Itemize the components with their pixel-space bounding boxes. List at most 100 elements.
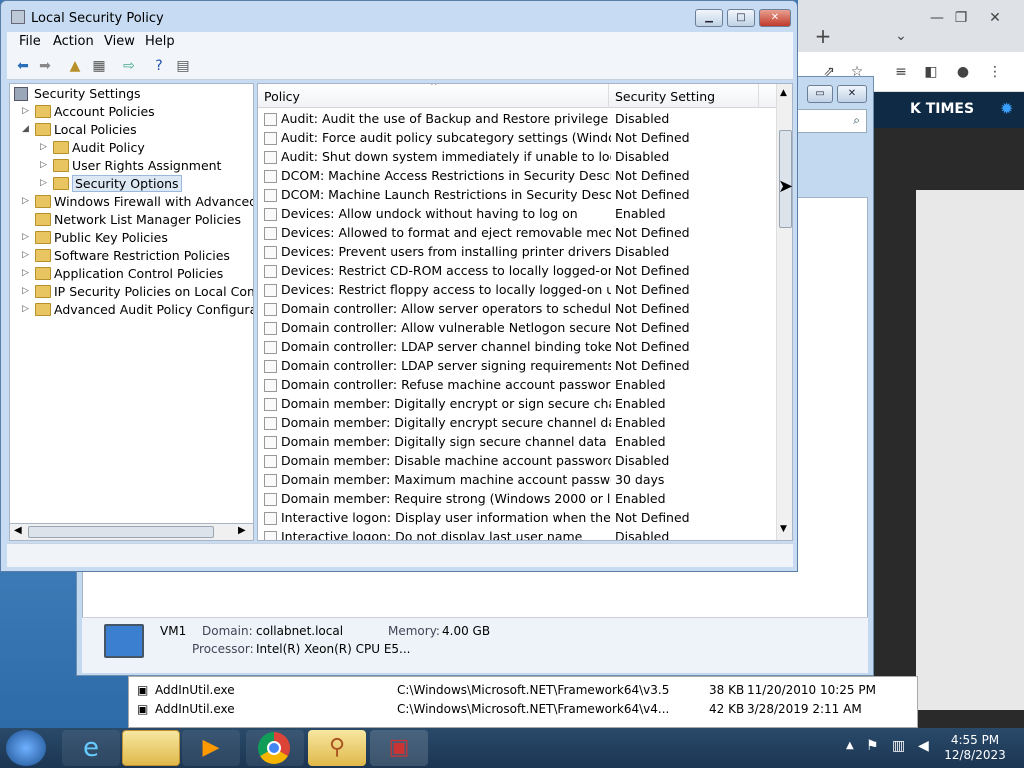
expand-arrow-icon[interactable]: ▷ <box>40 178 50 188</box>
table-row[interactable]: DCOM: Machine Launch Restrictions in Sec… <box>264 186 776 205</box>
ie-icon[interactable]: e <box>62 730 120 766</box>
table-row[interactable]: Audit: Shut down system immediately if u… <box>264 148 776 167</box>
expand-arrow-icon[interactable]: ▷ <box>22 196 32 206</box>
expand-arrow-icon[interactable]: ▷ <box>22 286 32 296</box>
list-vertical-scrollbar[interactable]: ▲ ▼ <box>776 84 792 540</box>
back-icon[interactable]: ⬅ <box>13 57 33 75</box>
scroll-up-icon[interactable]: ▲ <box>780 88 787 98</box>
scroll-down-icon[interactable]: ▼ <box>780 524 787 534</box>
clock[interactable]: 4:55 PM 12/8/2023 <box>940 733 1010 763</box>
security-setting-value: Disabled <box>615 529 670 541</box>
chrome-icon[interactable] <box>246 730 304 766</box>
show-hide-tree-icon[interactable]: ▦ <box>89 57 109 75</box>
policy-icon <box>264 284 277 297</box>
flag-icon[interactable]: ⚑ <box>866 738 879 754</box>
minimize-button[interactable]: ▁ <box>695 9 723 27</box>
menu-view[interactable]: View <box>104 34 135 49</box>
forward-icon[interactable]: ➡ <box>35 57 55 75</box>
tree-item-label: Advanced Audit Policy Configuration <box>54 302 253 317</box>
minimize-icon[interactable]: ▭ <box>807 85 833 103</box>
expand-arrow-icon[interactable]: ▷ <box>40 142 50 152</box>
table-row[interactable]: Domain member: Digitally encrypt or sign… <box>264 395 776 414</box>
search-app-icon[interactable]: ⚲ <box>308 730 366 766</box>
list-item[interactable]: ▣ AddInUtil.exe C:\Windows\Microsoft.NET… <box>137 681 917 700</box>
table-row[interactable]: Devices: Allowed to format and eject rem… <box>264 224 776 243</box>
minimize-icon[interactable]: — <box>926 8 948 28</box>
table-row[interactable]: Domain member: Require strong (Windows 2… <box>264 490 776 509</box>
policy-name: Devices: Restrict CD-ROM access to local… <box>281 263 611 278</box>
table-row[interactable]: Domain member: Digitally sign secure cha… <box>264 433 776 452</box>
scroll-left-icon[interactable]: ◀ <box>14 525 22 536</box>
column-policy[interactable]: Policy <box>264 89 300 104</box>
reading-list-icon[interactable]: ≡ <box>890 62 912 82</box>
tray-expand-icon[interactable]: ▲ <box>846 740 854 751</box>
export-list-icon[interactable]: ⇨ <box>119 57 139 75</box>
table-row[interactable]: Devices: Prevent users from installing p… <box>264 243 776 262</box>
start-button[interactable] <box>6 730 46 766</box>
policy-icon <box>264 170 277 183</box>
close-button[interactable]: ✕ <box>759 9 791 27</box>
maximize-button[interactable]: □ <box>727 9 755 27</box>
expand-arrow-icon[interactable]: ◢ <box>22 124 32 134</box>
policy-name: Domain controller: Allow server operator… <box>281 301 611 316</box>
list-item[interactable]: ▣ AddInUtil.exe C:\Windows\Microsoft.NET… <box>137 700 917 719</box>
expand-arrow-icon[interactable]: ▷ <box>22 232 32 242</box>
policy-icon <box>264 322 277 335</box>
close-icon[interactable]: ✕ <box>837 85 867 103</box>
expand-arrow-icon[interactable]: ▷ <box>22 106 32 116</box>
menu-action[interactable]: Action <box>53 34 94 49</box>
table-row[interactable]: Domain controller: Allow server operator… <box>264 300 776 319</box>
table-row[interactable]: DCOM: Machine Access Restrictions in Sec… <box>264 167 776 186</box>
menu-help[interactable]: Help <box>145 34 175 49</box>
security-policy-taskbar-icon[interactable]: ▣ <box>370 730 428 766</box>
expand-arrow-icon[interactable]: ▷ <box>40 160 50 170</box>
restore-icon[interactable]: ❐ <box>950 8 972 28</box>
table-row[interactable]: Interactive logon: Display user informat… <box>264 509 776 528</box>
table-row[interactable]: Devices: Restrict CD-ROM access to local… <box>264 262 776 281</box>
scroll-thumb[interactable] <box>28 526 214 538</box>
expand-arrow-icon[interactable]: ▷ <box>22 250 32 260</box>
policy-name: Interactive logon: Display user informat… <box>281 510 611 525</box>
cursor-icon: ➤ <box>778 176 794 197</box>
sidepanel-icon[interactable]: ◧ <box>920 62 942 82</box>
properties-icon[interactable]: ▤ <box>173 57 193 75</box>
status-bar <box>7 543 793 567</box>
scroll-right-icon[interactable]: ▶ <box>238 525 246 536</box>
volume-icon[interactable]: ◀ <box>918 738 929 754</box>
up-folder-icon[interactable]: ▲ <box>65 57 85 75</box>
explorer-icon[interactable] <box>122 730 180 766</box>
table-row[interactable]: Domain member: Maximum machine account p… <box>264 471 776 490</box>
table-row[interactable]: Domain controller: Allow vulnerable Netl… <box>264 319 776 338</box>
expand-arrow-icon[interactable]: ▷ <box>22 304 32 314</box>
policy-name: Audit: Audit the use of Backup and Resto… <box>281 111 609 126</box>
menu-file[interactable]: File <box>19 34 41 49</box>
media-player-icon[interactable]: ▶ <box>182 730 240 766</box>
table-row[interactable]: Devices: Allow undock without having to … <box>264 205 776 224</box>
file-list: ▣ AddInUtil.exe C:\Windows\Microsoft.NET… <box>128 676 918 728</box>
chevron-down-icon[interactable]: ⌄ <box>890 26 912 46</box>
policy-icon <box>264 113 277 126</box>
new-tab-icon[interactable]: + <box>812 26 834 46</box>
tree-item-label: IP Security Policies on Local Compute <box>54 284 253 299</box>
column-security-setting[interactable]: Security Setting <box>615 89 715 104</box>
menu-icon[interactable]: ⋮ <box>984 62 1006 82</box>
table-row[interactable]: Domain member: Disable machine account p… <box>264 452 776 471</box>
tree-horizontal-scrollbar[interactable]: ◀ ▶ <box>9 523 254 541</box>
folder-icon <box>35 195 51 208</box>
close-icon[interactable]: ✕ <box>984 8 1006 28</box>
help-icon[interactable]: ? <box>149 57 169 75</box>
gear-icon[interactable]: ✹ <box>1000 99 1013 118</box>
profile-icon[interactable]: ● <box>952 62 974 82</box>
file-icon: ▣ <box>137 683 149 697</box>
table-row[interactable]: Domain controller: LDAP server channel b… <box>264 338 776 357</box>
table-row[interactable]: Interactive logon: Do not display last u… <box>264 528 776 541</box>
table-row[interactable]: Audit: Force audit policy subcategory se… <box>264 129 776 148</box>
network-icon[interactable]: ▥ <box>892 738 905 754</box>
table-row[interactable]: Audit: Audit the use of Backup and Resto… <box>264 110 776 129</box>
table-row[interactable]: Domain controller: LDAP server signing r… <box>264 357 776 376</box>
table-row[interactable]: Domain member: Digitally encrypt secure … <box>264 414 776 433</box>
table-row[interactable]: Domain controller: Refuse machine accoun… <box>264 376 776 395</box>
policy-name: Devices: Restrict floppy access to local… <box>281 282 611 297</box>
expand-arrow-icon[interactable]: ▷ <box>22 268 32 278</box>
table-row[interactable]: Devices: Restrict floppy access to local… <box>264 281 776 300</box>
